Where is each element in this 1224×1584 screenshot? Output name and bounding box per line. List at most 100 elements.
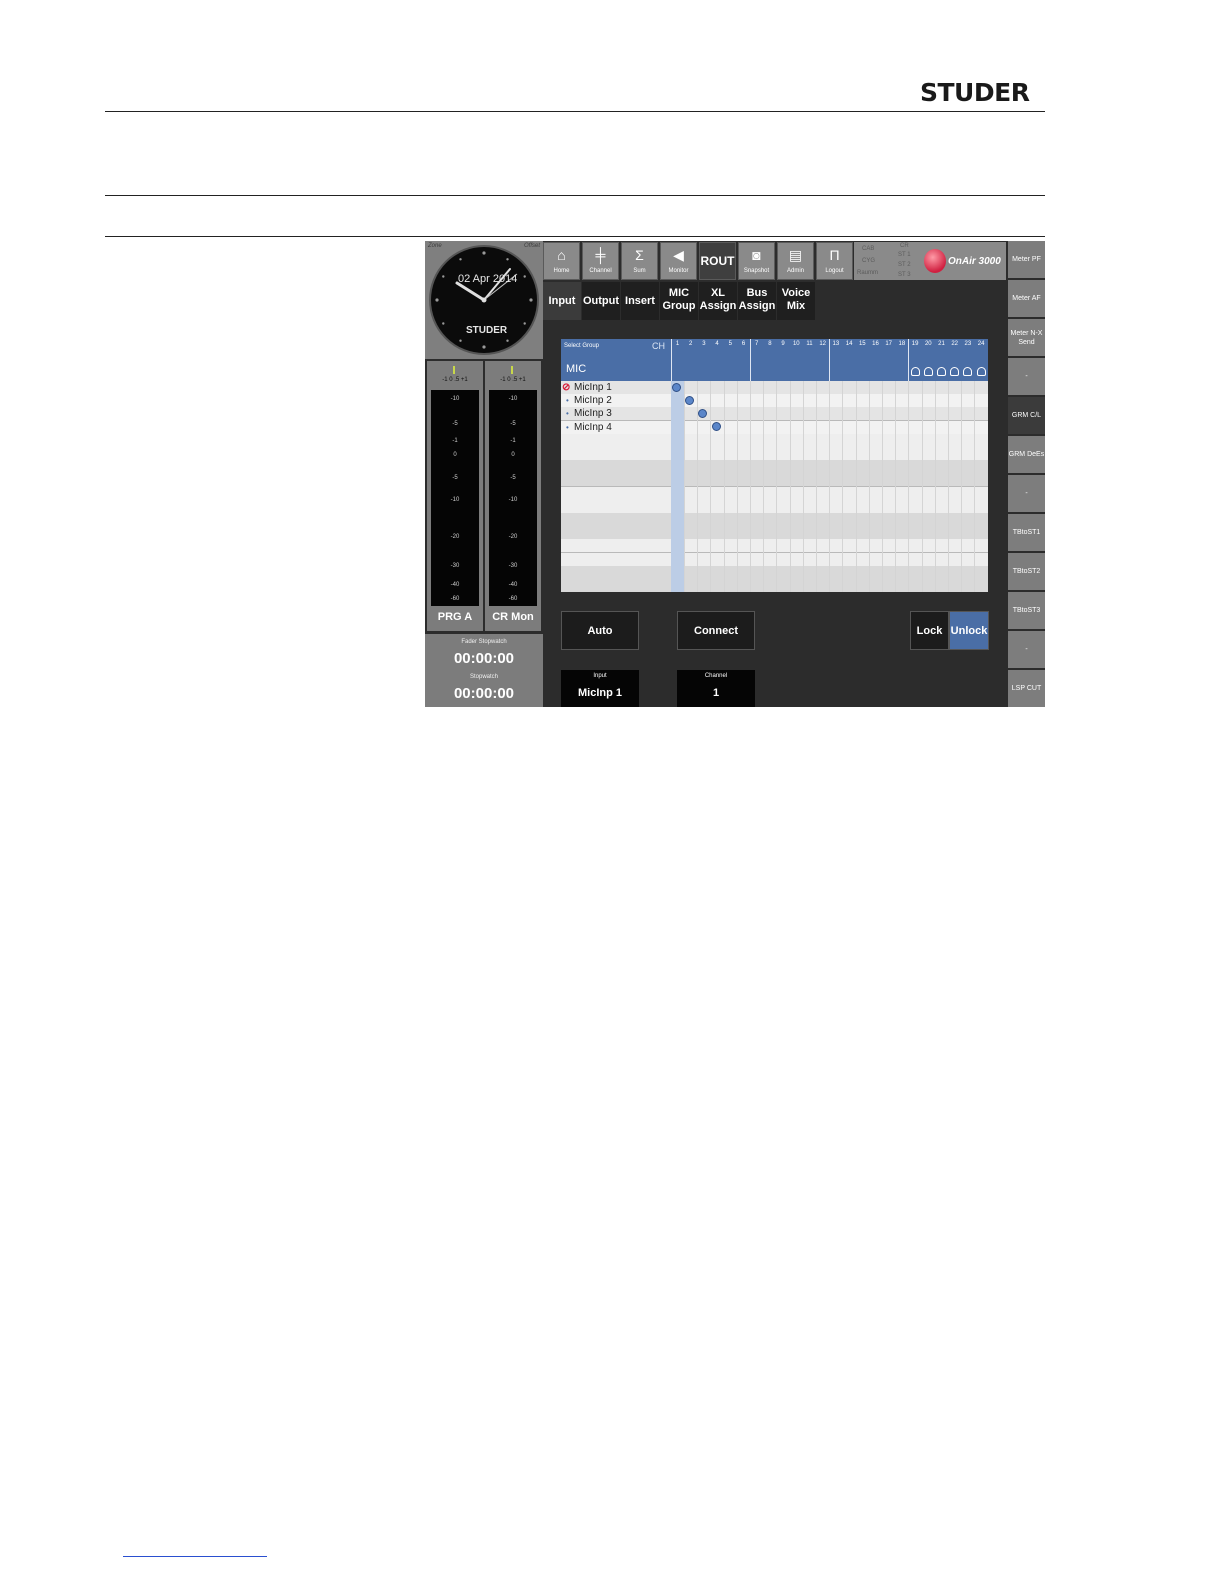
status-cr: CR [900, 243, 909, 249]
auto-button[interactable]: Auto [561, 611, 639, 650]
home-button[interactable]: ⌂ Home [543, 242, 580, 280]
channel-number: 13 [832, 341, 840, 347]
meter-scale: -10 -5 -1 0 -5 -10 -20 -30 -40 -60 [489, 390, 537, 606]
header-rule [105, 111, 1045, 112]
grid-column-line [908, 381, 910, 592]
meter-peak-indicator [453, 366, 455, 374]
mic-status-icon: ⊘ [562, 382, 571, 393]
grm-cl-button[interactable]: GRM C/L [1008, 397, 1045, 435]
sidebar-blank-button[interactable]: - [1008, 358, 1045, 396]
tab-insert[interactable]: Insert [621, 282, 659, 320]
tbtost2-button[interactable]: TBtoST2 [1008, 553, 1045, 591]
sidebar-blank-button[interactable]: - [1008, 631, 1045, 669]
meter-tick: -40 [508, 582, 518, 588]
tab-bus-assign[interactable]: Bus Assign [738, 282, 776, 320]
input-row[interactable]: ⊘ MicInp 1 [561, 381, 671, 394]
stopwatch-time[interactable]: 00:00:00 [425, 685, 543, 702]
input-row[interactable]: • MicInp 2 [561, 394, 671, 407]
channel-button[interactable]: ╪ Channel [582, 242, 619, 280]
tab-input[interactable]: Input [543, 282, 581, 320]
tab-label: Insert [625, 295, 655, 307]
admin-button[interactable]: ▤ Admin [777, 242, 814, 280]
meter-label: CR Mon [492, 611, 534, 623]
channel-number: 22 [951, 341, 959, 347]
tbtost1-button[interactable]: TBtoST1 [1008, 514, 1045, 552]
connection-dot[interactable] [685, 395, 695, 405]
routing-matrix: Select Group MIC CH 1 2 3 4 5 6 7 8 9 10 11 12 13 14 1… [561, 339, 988, 592]
grid-column-line [710, 381, 712, 592]
status-indicators: CAB CYG Raumm CR ST 1 ST 2 ST 3 [854, 242, 918, 280]
clock-date: 02 Apr 2014 [458, 273, 518, 285]
sum-button[interactable]: Σ Sum [621, 242, 658, 280]
input-name: MicInp 3 [574, 408, 612, 420]
channel-number: 2 [689, 341, 693, 347]
matrix-row [561, 526, 988, 540]
rout-button[interactable]: ROUT [699, 242, 736, 280]
input-row[interactable]: • MicInp 3 [561, 407, 671, 420]
sum-label: Sum [633, 268, 646, 274]
meter-nx-send-button[interactable]: Meter N-X Send [1008, 319, 1045, 357]
input-name: MicInp 2 [574, 395, 612, 407]
matrix-row [561, 499, 988, 513]
channel-number: 11 [806, 341, 813, 347]
onair-badge: OnAir 3000 [918, 242, 1006, 280]
tab-output[interactable]: Output [582, 282, 620, 320]
tab-label-2: Group [662, 300, 696, 312]
rout-label: ROUT [700, 254, 735, 268]
grm-dees-button[interactable]: GRM DeEs [1008, 436, 1045, 474]
grid-column-line [895, 381, 897, 592]
grid-column-line [763, 381, 765, 592]
matrix-row [561, 513, 988, 526]
selected-channel-box: Channel 1 [677, 670, 755, 707]
grid-column-line [723, 381, 725, 592]
meter-af-button[interactable]: Meter AF [1008, 280, 1045, 318]
headphone-icon [976, 367, 986, 376]
section-rule-top [105, 195, 1045, 196]
grid-column-line [816, 381, 817, 592]
sidebar-blank-button[interactable]: - [1008, 475, 1045, 513]
headphone-icon [923, 367, 933, 376]
connection-dot[interactable] [672, 382, 681, 392]
stopwatch-panel: Fader Stopwatch 00:00:00 Stopwatch 00:00… [425, 634, 543, 707]
speaker-icon: ◀ [673, 247, 684, 263]
channel-number: 19 [911, 341, 919, 347]
status-cab: CAB [862, 246, 875, 252]
meter-pf-button[interactable]: Meter PF [1008, 241, 1045, 279]
unlock-button[interactable]: Unlock [949, 611, 989, 650]
monitor-button[interactable]: ◀ Monitor [660, 242, 697, 280]
meter-cr-mon: -1 0 .5 +1 -10 -5 -1 0 -5 -10 -20 -30 -4… [485, 361, 541, 631]
channel-value: 1 [712, 687, 720, 699]
grid-column-line [829, 381, 831, 592]
grid-column-line [776, 381, 778, 592]
channel-number: 9 [781, 341, 785, 347]
fader-stopwatch-time[interactable]: 00:00:00 [425, 650, 543, 667]
logout-button[interactable]: Π Logout [816, 242, 853, 280]
tab-voice-mix[interactable]: Voice Mix [777, 282, 815, 320]
group-selector[interactable]: MIC [566, 363, 586, 375]
tab-mic-group[interactable]: MIC Group [660, 282, 698, 320]
tab-label: Bus [746, 287, 768, 299]
header-divider [829, 339, 830, 381]
grid-column-line [961, 381, 963, 592]
snapshot-button[interactable]: ◙ Snapshot [738, 242, 775, 280]
input-row[interactable]: • MicInp 4 [561, 421, 671, 434]
input-value: MicInp 1 [577, 687, 622, 699]
channel-number: 4 [715, 341, 719, 347]
channel-number: 3 [702, 341, 706, 347]
meter-label: PRG A [437, 611, 473, 623]
connection-dot[interactable] [711, 422, 721, 432]
meter-tick: -30 [450, 563, 460, 569]
stopwatch-caption: Stopwatch [469, 674, 499, 680]
bullet-icon: • [566, 396, 569, 406]
tab-label: XL [710, 287, 726, 299]
lsp-cut-button[interactable]: LSP CUT [1008, 670, 1045, 707]
product-name: OnAir 3000 [948, 256, 1001, 267]
meter-tick: -5 [510, 421, 516, 427]
lock-button[interactable]: Lock [910, 611, 949, 650]
connect-button[interactable]: Connect [677, 611, 755, 650]
meter-tick: -5 [452, 475, 458, 481]
headphone-icon [937, 367, 946, 376]
tab-xl-assign[interactable]: XL Assign [699, 282, 737, 320]
tbtost3-button[interactable]: TBtoST3 [1008, 592, 1045, 630]
grid-column-line [921, 381, 923, 592]
